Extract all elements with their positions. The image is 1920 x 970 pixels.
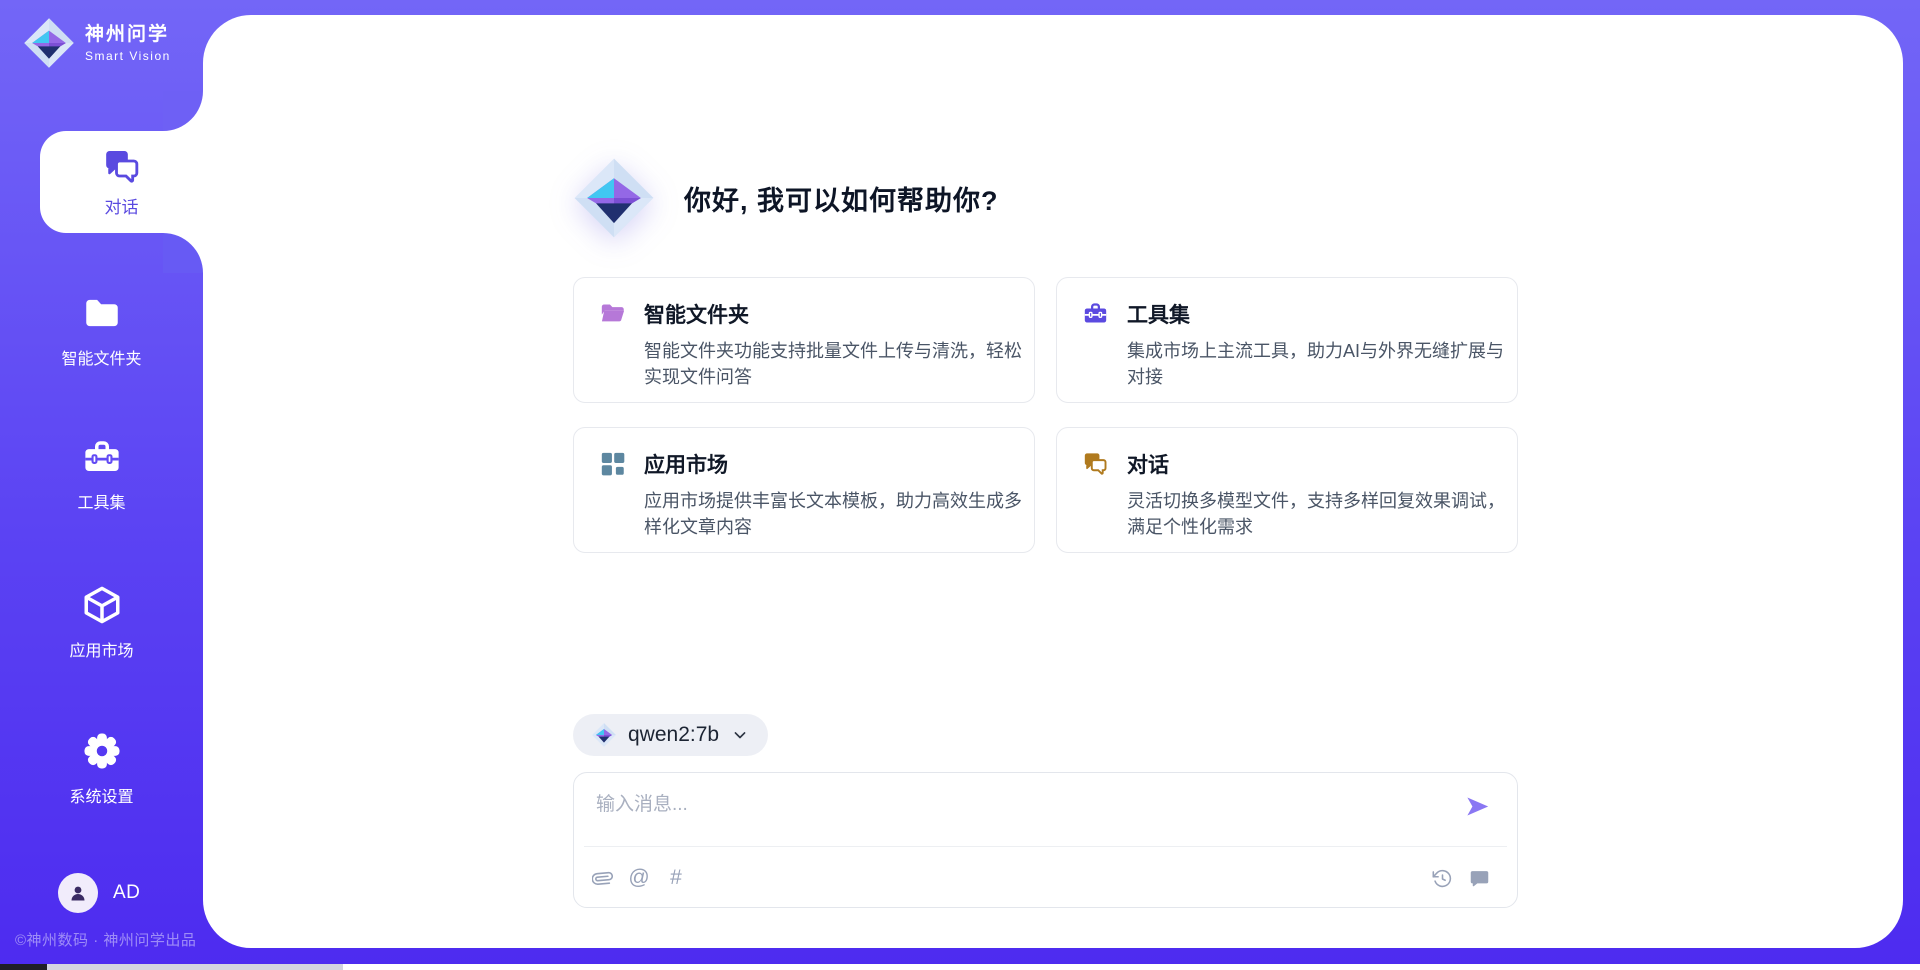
card-description: 集成市场上主流工具，助力AI与外界无缝扩展与对接 — [1127, 338, 1509, 390]
scrollbar-thumb-dark[interactable] — [0, 964, 47, 970]
message-input[interactable] — [594, 787, 1414, 835]
scrollbar-thumb[interactable] — [47, 964, 343, 970]
toolbox-icon — [81, 436, 123, 478]
card-description: 灵活切换多模型文件，支持多样回复效果调试，满足个性化需求 — [1127, 488, 1509, 540]
sidebar-item-label: 智能文件夹 — [61, 345, 141, 369]
brand-subtitle: Smart Vision — [85, 49, 171, 63]
composer-toolbar: @ # — [590, 857, 1491, 899]
model-logo-icon — [591, 722, 617, 748]
history-icon[interactable] — [1430, 866, 1454, 890]
user-block[interactable]: AD — [58, 873, 140, 913]
card-body: 对话 灵活切换多模型文件，支持多样回复效果调试，满足个性化需求 — [1127, 449, 1509, 552]
sidebar-item-settings[interactable]: 系统设置 — [0, 730, 203, 807]
send-icon[interactable] — [1464, 793, 1491, 820]
sidebar-item-label: 应用市场 — [69, 637, 133, 661]
model-name: qwen2:7b — [628, 723, 719, 747]
card-title: 工具集 — [1127, 299, 1509, 329]
sidebar-item-app-market[interactable]: 应用市场 — [0, 584, 203, 661]
sidebar-item-label: 对话 — [105, 193, 139, 218]
card-description: 智能文件夹功能支持批量文件上传与清洗，轻松实现文件问答 — [644, 338, 1026, 390]
card-description: 应用市场提供丰富长文本模板，助力高效生成多样化文章内容 — [644, 488, 1026, 540]
brand-text: 神州问学 Smart Vision — [85, 24, 171, 63]
active-tab-bottom-curve — [163, 233, 203, 273]
chevron-down-icon — [730, 725, 750, 745]
sidebar-item-smart-folder[interactable]: 智能文件夹 — [0, 292, 203, 369]
grid-icon — [599, 450, 626, 477]
card-body: 智能文件夹 智能文件夹功能支持批量文件上传与清洗，轻松实现文件问答 — [644, 299, 1026, 402]
brand-logo-block: 神州问学 Smart Vision — [22, 16, 171, 70]
brand-name: 神州问学 — [85, 24, 171, 46]
card-body: 应用市场 应用市场提供丰富长文本模板，助力高效生成多样化文章内容 — [644, 449, 1026, 552]
mention-at-icon[interactable]: @ — [627, 866, 651, 890]
card-toolset[interactable]: 工具集 集成市场上主流工具，助力AI与外界无缝扩展与对接 — [1056, 277, 1518, 403]
sidebar-item-label: 系统设置 — [69, 783, 133, 807]
folder-icon — [81, 292, 123, 334]
copyright-footer: ©神州数码 · 神州问学出品 — [15, 929, 196, 950]
toolbox-icon — [1082, 300, 1109, 327]
card-title: 对话 — [1127, 449, 1509, 479]
brand-diamond-icon — [22, 16, 76, 70]
greeting-title: 你好, 我可以如何帮助你? — [684, 179, 999, 218]
sidebar-item-label: 工具集 — [77, 489, 125, 513]
card-title: 应用市场 — [644, 449, 1026, 479]
avatar[interactable] — [58, 873, 98, 913]
composer-divider — [584, 846, 1507, 847]
gear-icon — [81, 730, 123, 772]
card-body: 工具集 集成市场上主流工具，助力AI与外界无缝扩展与对接 — [1127, 299, 1509, 402]
composer-right-tools — [1430, 866, 1491, 890]
composer-left-tools: @ # — [590, 866, 688, 890]
horizontal-scrollbar[interactable] — [0, 964, 1920, 970]
sidebar-item-toolset[interactable]: 工具集 — [0, 436, 203, 513]
card-app-market[interactable]: 应用市场 应用市场提供丰富长文本模板，助力高效生成多样化文章内容 — [573, 427, 1035, 553]
greeting-block: 你好, 我可以如何帮助你? — [571, 155, 999, 241]
feature-cards: 智能文件夹 智能文件夹功能支持批量文件上传与清洗，轻松实现文件问答 工具集 集成… — [573, 277, 1518, 553]
message-composer: @ # — [573, 772, 1518, 908]
greeting-logo-icon — [571, 155, 657, 241]
card-chat[interactable]: 对话 灵活切换多模型文件，支持多样回复效果调试，满足个性化需求 — [1056, 427, 1518, 553]
chat-icon — [102, 146, 142, 186]
comment-icon[interactable] — [1467, 866, 1491, 890]
card-smart-folder[interactable]: 智能文件夹 智能文件夹功能支持批量文件上传与清洗，轻松实现文件问答 — [573, 277, 1035, 403]
folder-open-icon — [599, 300, 626, 327]
active-tab-top-curve — [163, 91, 203, 131]
chat-bubbles-icon — [1082, 450, 1109, 477]
cube-icon — [81, 584, 123, 626]
model-selector[interactable]: qwen2:7b — [573, 714, 768, 756]
person-icon — [66, 881, 90, 905]
paperclip-icon[interactable] — [590, 866, 614, 890]
hash-icon[interactable]: # — [664, 866, 688, 890]
card-title: 智能文件夹 — [644, 299, 1026, 329]
sidebar-item-chat[interactable]: 对话 — [40, 131, 203, 233]
user-name: AD — [113, 882, 140, 904]
